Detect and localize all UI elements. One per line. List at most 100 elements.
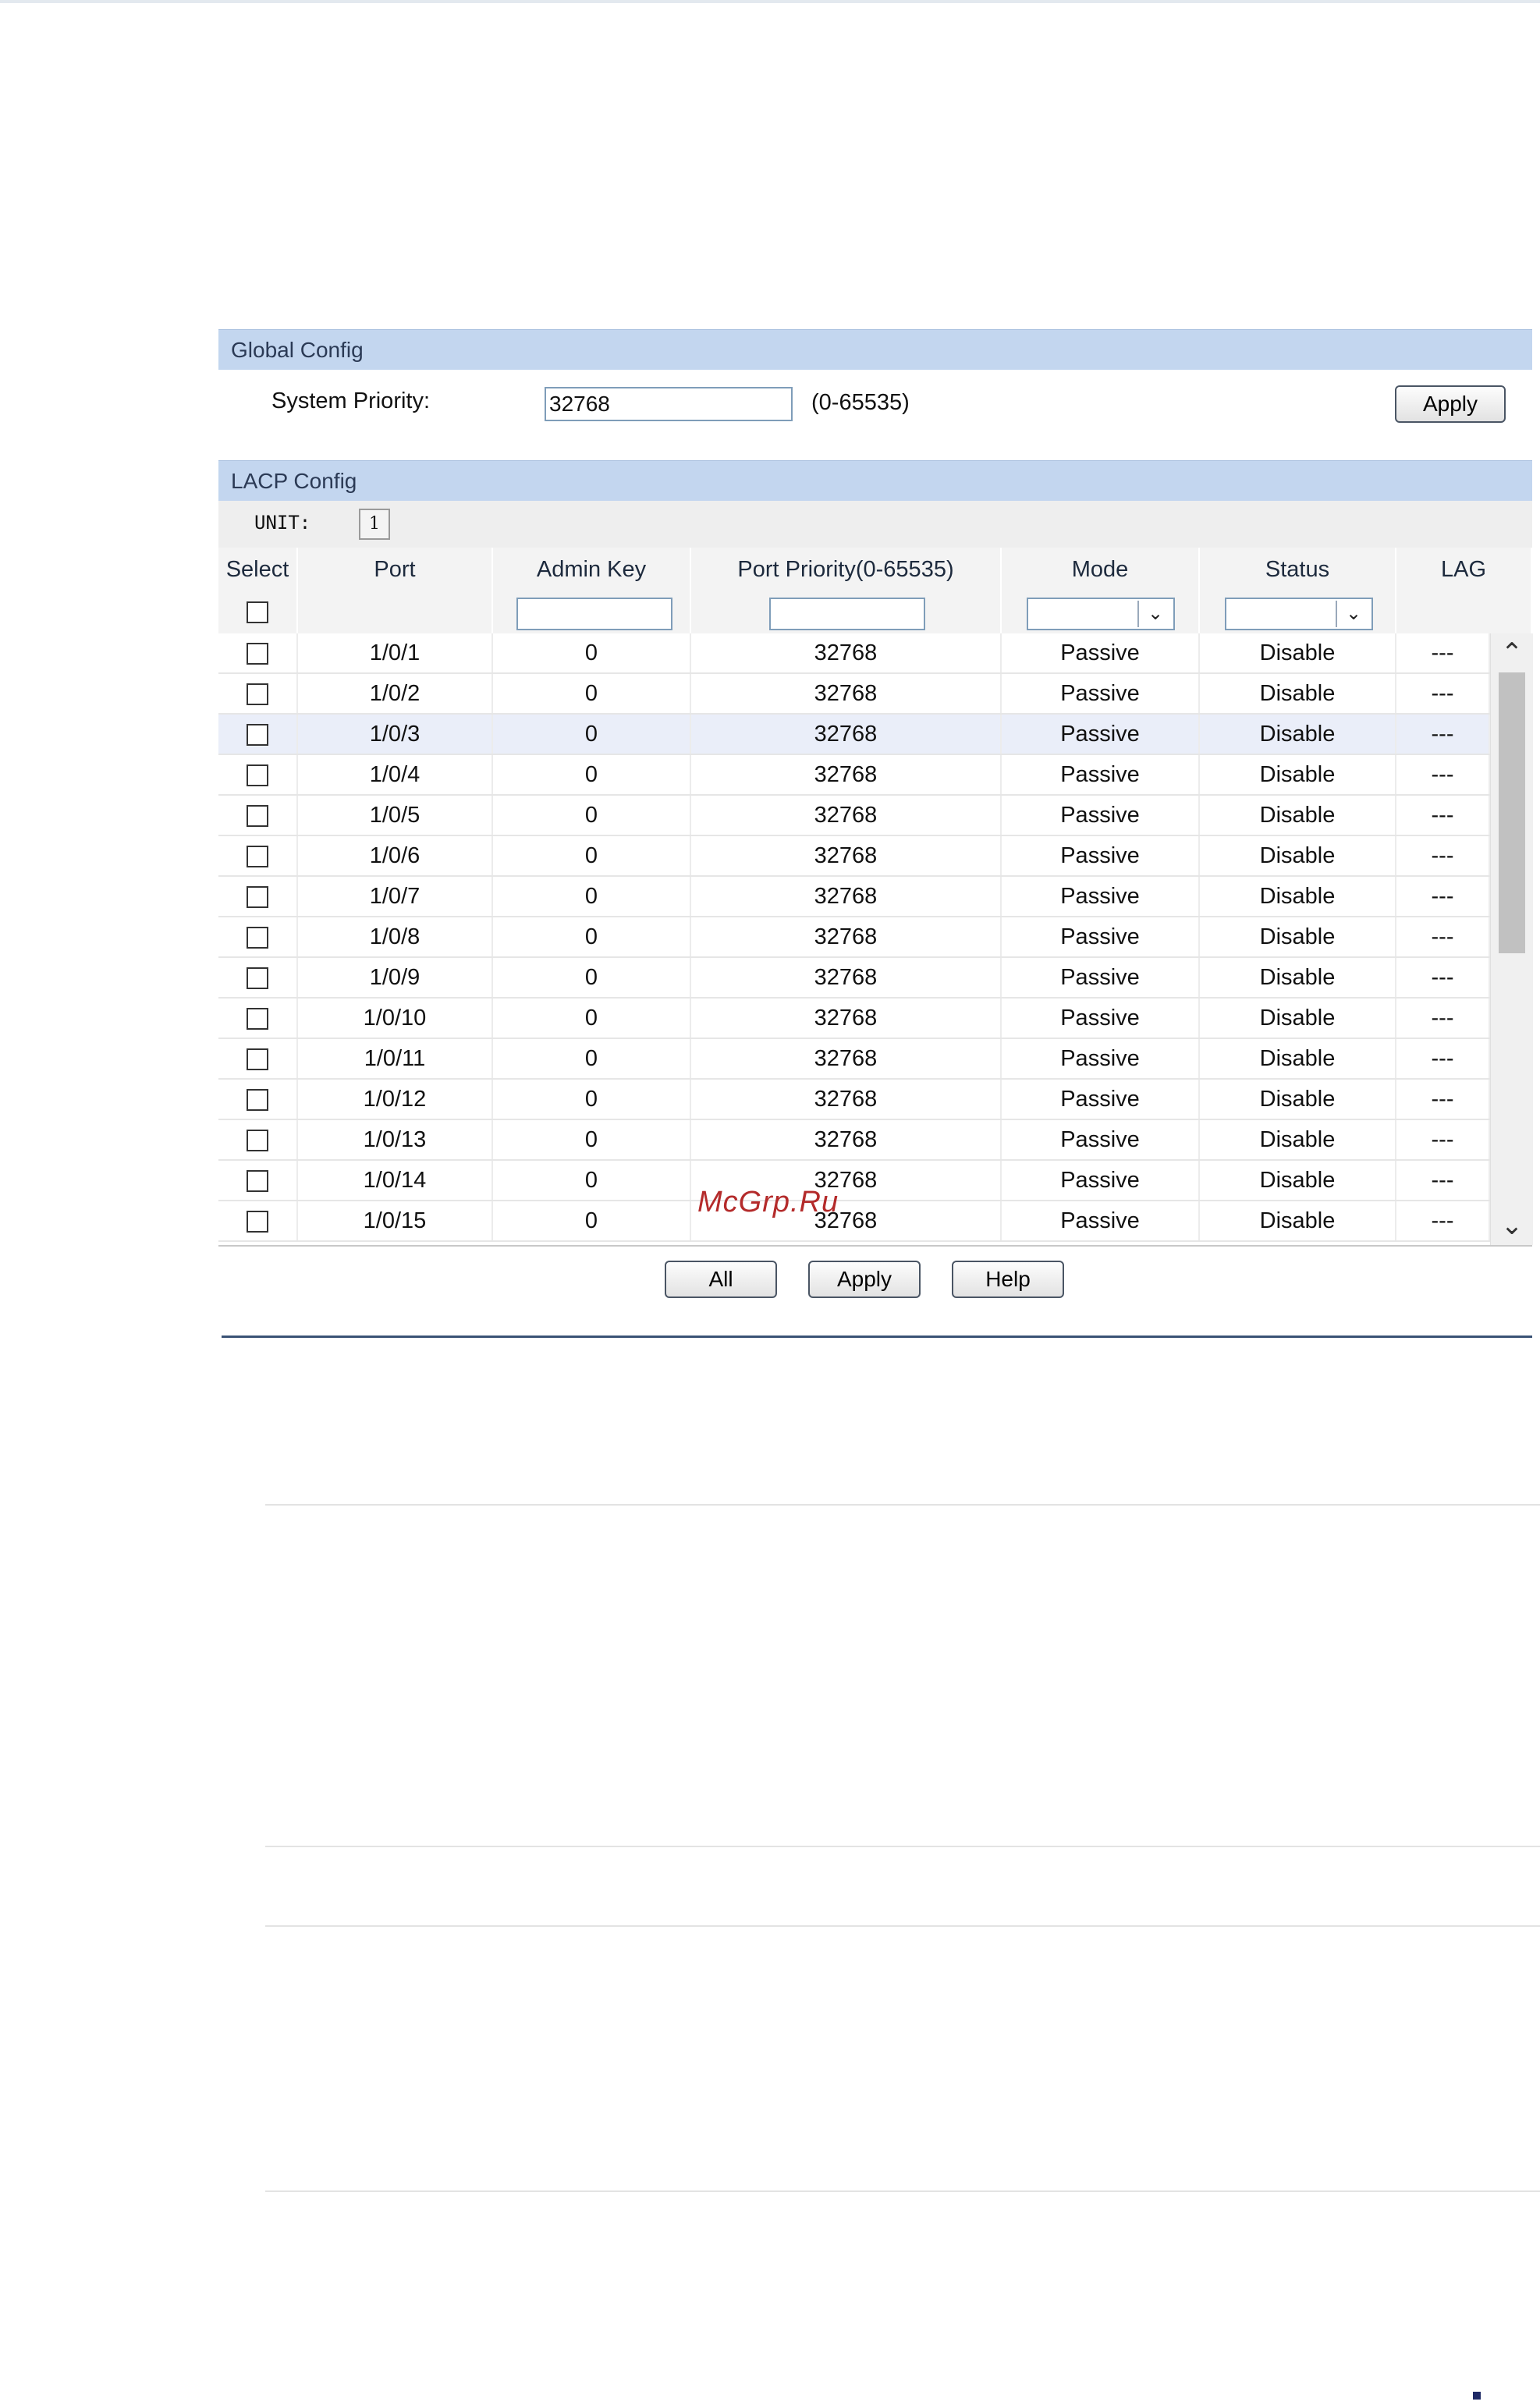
port-cell: 1/0/10 — [298, 999, 493, 1038]
port-cell: 1/0/6 — [298, 836, 493, 875]
table-row[interactable]: 1/0/4 0 32768 Passive Disable --- — [218, 755, 1490, 796]
scroll-up-icon[interactable]: ⌃ — [1491, 633, 1533, 672]
select-all-button[interactable]: All — [665, 1261, 777, 1298]
table-row[interactable]: 1/0/13 0 32768 Passive Disable --- — [218, 1120, 1490, 1161]
filter-row: ⌄ ⌄ — [218, 591, 1532, 633]
port-priority-input[interactable] — [769, 598, 925, 630]
lag-cell: --- — [1396, 836, 1490, 875]
admin-key-cell: 0 — [493, 796, 691, 835]
select-cell — [218, 917, 298, 956]
table-row[interactable]: 1/0/9 0 32768 Passive Disable --- — [218, 958, 1490, 999]
row-select-checkbox[interactable] — [247, 1048, 268, 1071]
select-cell — [218, 796, 298, 835]
mode-select[interactable]: ⌄ — [1027, 598, 1175, 630]
priority-cell: 32768 — [691, 633, 1002, 672]
table-header: Select Port Admin Key Port Priority(0-65… — [218, 548, 1532, 591]
row-select-checkbox[interactable] — [247, 1089, 268, 1112]
table-row[interactable]: 1/0/14 0 32768 Passive Disable --- — [218, 1161, 1490, 1201]
status-cell: Disable — [1200, 1161, 1396, 1200]
table-row[interactable]: 1/0/8 0 32768 Passive Disable --- — [218, 917, 1490, 958]
watermark: McGrp.Ru — [697, 1186, 839, 1218]
row-select-checkbox[interactable] — [247, 724, 268, 747]
global-apply-button[interactable]: Apply — [1395, 385, 1506, 423]
row-select-checkbox[interactable] — [247, 1130, 268, 1152]
lag-cell: --- — [1396, 633, 1490, 672]
filter-mode-cell: ⌄ — [1002, 591, 1200, 633]
admin-key-input[interactable] — [516, 598, 672, 630]
table-row[interactable]: 1/0/3 0 32768 Passive Disable --- — [218, 715, 1490, 755]
filter-lag-cell — [1396, 591, 1532, 633]
row-select-checkbox[interactable] — [247, 1170, 268, 1193]
mode-cell: Passive — [1002, 958, 1200, 997]
table-row[interactable]: 1/0/2 0 32768 Passive Disable --- — [218, 674, 1490, 715]
row-select-checkbox[interactable] — [247, 967, 268, 990]
priority-cell: 32768 — [691, 877, 1002, 916]
lag-cell: --- — [1396, 1039, 1490, 1078]
row-select-checkbox[interactable] — [247, 683, 268, 706]
mode-cell: Passive — [1002, 674, 1200, 713]
row-select-checkbox[interactable] — [247, 643, 268, 665]
table-row[interactable]: 1/0/5 0 32768 Passive Disable --- — [218, 796, 1490, 836]
status-cell: Disable — [1200, 877, 1396, 916]
scroll-down-icon[interactable]: ⌄ — [1491, 1206, 1533, 1245]
select-cell — [218, 633, 298, 672]
admin-key-cell: 0 — [493, 1080, 691, 1119]
row-select-checkbox[interactable] — [247, 927, 268, 949]
admin-key-cell: 0 — [493, 674, 691, 713]
row-select-checkbox[interactable] — [247, 1008, 268, 1030]
select-all-checkbox[interactable] — [247, 601, 268, 623]
row-select-checkbox[interactable] — [247, 846, 268, 868]
port-cell: 1/0/13 — [298, 1120, 493, 1159]
row-select-checkbox[interactable] — [247, 764, 268, 787]
chevron-down-icon: ⌄ — [1137, 601, 1172, 627]
lag-cell: --- — [1396, 1080, 1490, 1119]
status-select[interactable]: ⌄ — [1225, 598, 1373, 630]
col-header-admin-key: Admin Key — [493, 548, 691, 591]
admin-key-cell: 0 — [493, 1120, 691, 1159]
select-cell — [218, 1201, 298, 1240]
admin-key-cell: 0 — [493, 958, 691, 997]
scrollbar-thumb[interactable] — [1499, 672, 1525, 953]
port-cell: 1/0/11 — [298, 1039, 493, 1078]
mode-cell: Passive — [1002, 917, 1200, 956]
lacp-apply-button[interactable]: Apply — [808, 1261, 921, 1298]
row-select-checkbox[interactable] — [247, 886, 268, 909]
col-header-mode: Mode — [1002, 548, 1200, 591]
select-cell — [218, 877, 298, 916]
col-header-status: Status — [1200, 548, 1396, 591]
admin-key-cell: 0 — [493, 755, 691, 794]
table-row[interactable]: 1/0/6 0 32768 Passive Disable --- — [218, 836, 1490, 877]
port-table-body: 1/0/1 0 32768 Passive Disable --- 1/0/2 0 32768 P… — [218, 633, 1490, 1245]
table-row[interactable]: 1/0/7 0 32768 Passive Disable --- — [218, 877, 1490, 917]
mode-cell: Passive — [1002, 1080, 1200, 1119]
help-button[interactable]: Help — [952, 1261, 1064, 1298]
port-cell: 1/0/14 — [298, 1161, 493, 1200]
row-select-checkbox[interactable] — [247, 805, 268, 828]
select-cell — [218, 836, 298, 875]
unit-label: UNIT: — [254, 512, 311, 534]
mode-cell: Passive — [1002, 715, 1200, 754]
filter-port-cell — [298, 591, 493, 633]
select-all-cell — [218, 591, 298, 633]
row-select-checkbox[interactable] — [247, 1211, 268, 1233]
divider-line — [265, 1504, 1540, 1506]
priority-cell: 32768 — [691, 1120, 1002, 1159]
table-scrollbar[interactable]: ⌃ ⌄ — [1490, 633, 1533, 1245]
select-cell — [218, 999, 298, 1038]
col-header-port: Port — [298, 548, 493, 591]
table-row[interactable]: 1/0/12 0 32768 Passive Disable --- — [218, 1080, 1490, 1120]
mode-cell: Passive — [1002, 1161, 1200, 1200]
lag-cell: --- — [1396, 999, 1490, 1038]
status-cell: Disable — [1200, 1120, 1396, 1159]
status-cell: Disable — [1200, 1201, 1396, 1240]
table-row[interactable]: 1/0/1 0 32768 Passive Disable --- — [218, 633, 1490, 674]
table-row[interactable]: 1/0/11 0 32768 Passive Disable --- — [218, 1039, 1490, 1080]
table-row[interactable]: 1/0/15 0 32768 Passive Disable --- — [218, 1201, 1490, 1242]
unit-1-button[interactable]: 1 — [359, 509, 390, 540]
lag-cell: --- — [1396, 674, 1490, 713]
global-config-panel: System Priority: 32768 (0-65535) Apply — [218, 370, 1532, 457]
table-row[interactable]: 1/0/10 0 32768 Passive Disable --- — [218, 999, 1490, 1039]
priority-cell: 32768 — [691, 958, 1002, 997]
mode-cell: Passive — [1002, 1201, 1200, 1240]
system-priority-input[interactable]: 32768 — [545, 387, 793, 421]
